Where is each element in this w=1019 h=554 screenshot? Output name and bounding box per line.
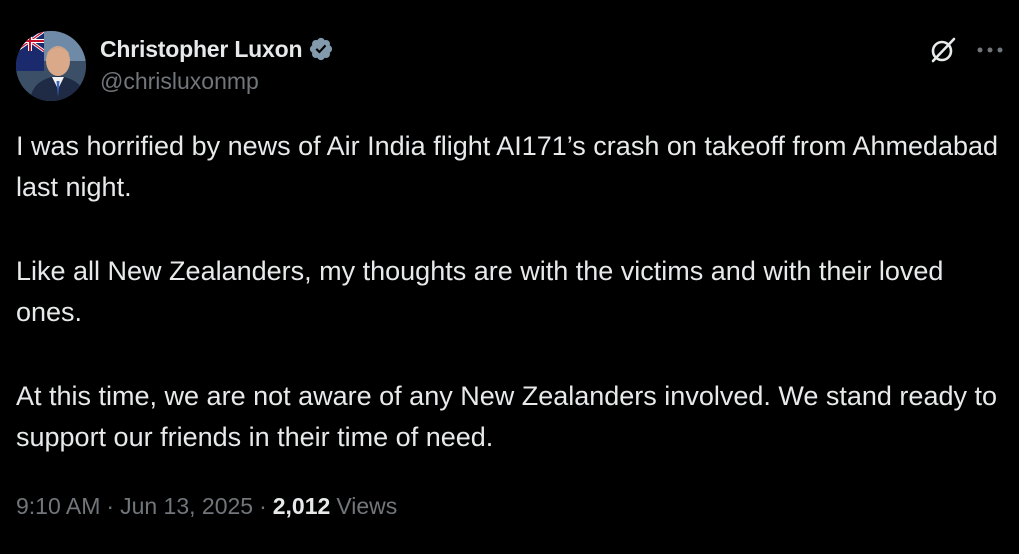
meta-separator: · — [106, 493, 115, 519]
tweet-paragraph: At this time, we are not aware of any Ne… — [16, 381, 997, 452]
avatar[interactable] — [16, 31, 86, 101]
author-block: Christopher Luxon @chrisluxonmp — [100, 34, 334, 95]
grok-icon — [931, 37, 956, 63]
tweet-meta: 9:10 AM · Jun 13, 2025 · 2,012 Views — [16, 493, 397, 520]
tweet-card: Christopher Luxon @chrisluxonmp I was ho… — [0, 0, 1019, 554]
views-label[interactable]: Views — [336, 493, 397, 520]
grok-button[interactable] — [926, 33, 960, 67]
tweet-paragraph: I was horrified by news of Air India fli… — [16, 131, 999, 202]
tweet-date[interactable]: Jun 13, 2025 — [120, 493, 253, 520]
display-name[interactable]: Christopher Luxon — [100, 36, 303, 63]
more-options-icon — [977, 47, 1003, 53]
meta-separator: · — [259, 493, 267, 519]
views-count[interactable]: 2,012 — [273, 493, 331, 520]
more-options-button[interactable] — [972, 33, 1008, 67]
handle[interactable]: @chrisluxonmp — [100, 68, 334, 95]
tweet-time[interactable]: 9:10 AM — [16, 493, 100, 520]
name-row: Christopher Luxon — [100, 34, 334, 64]
tweet-paragraph: Like all New Zealanders, my thoughts are… — [16, 256, 944, 327]
verified-badge-icon[interactable] — [308, 36, 334, 62]
tweet-text: I was horrified by news of Air India fli… — [16, 126, 1006, 458]
